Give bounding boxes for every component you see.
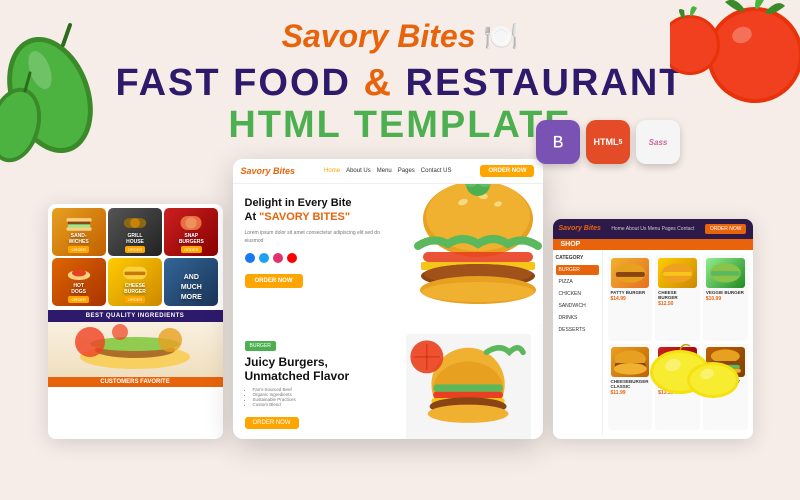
nav-contact[interactable]: Contact US [421,168,452,174]
hero-desc: Lorem ipsum dolor sit amet consectetur a… [245,230,396,245]
twitter-icon[interactable] [259,253,269,263]
second-section-image [406,334,530,439]
center-hero: Delight in Every Bite At "SAVORY BITES" … [233,184,543,324]
tech-badges: HTML 5 Sass [536,120,680,164]
product-3-price: $10.99 [706,296,745,302]
category-hotdogs[interactable]: HOTDOGS ORDER [52,258,106,306]
nav-menu[interactable]: Menu [377,168,392,174]
preview-center: Savory Bites Home About Us Menu Pages Co… [233,159,543,439]
sidebar-category-burger[interactable]: BURGER [556,265,599,275]
heading-line1: FAST FOOD & RESTAURANT [116,63,685,105]
center-nav-links: Home About Us Menu Pages Contact US [324,168,451,174]
category-cheese[interactable]: CHEESEBURGER ORDER [108,258,162,306]
shop-sidebar: CATEGORY BURGER PIZZA CHICKEN SANDWICH D… [553,250,603,435]
product-3[interactable]: VEGGIE BURGER $10.99 [703,255,748,341]
shop-tag: SHOP [553,239,753,250]
product-2-image [658,258,697,288]
product-1-price: $14.99 [611,296,650,302]
product-1-name: PATTY BURGER [611,290,650,295]
center-order-btn[interactable]: ORDER NOW [480,165,534,177]
sidebar-category-drinks[interactable]: DRINKS [556,313,599,323]
nav-home[interactable]: Home [324,168,340,174]
preview-left: SAND-WICHES ORDER GRILLHOUSE ORDER SNAPB… [48,204,223,439]
product-2[interactable]: CHEESE BURGER $12.50 [655,255,700,341]
section-tag: BURGER [245,341,276,351]
hero-text: Delight in Every Bite At "SAVORY BITES" … [233,184,404,324]
product-4-image [611,347,650,377]
youtube-icon[interactable] [287,253,297,263]
ingredients-section: BEST QUALITY INGREDIENTS [48,310,223,322]
section-order-btn[interactable]: ORDER NOW [245,417,299,429]
category-snap[interactable]: SNAPBURGERS ORDER [164,208,218,256]
sass-badge: Sass [636,120,680,164]
hero-order-btn[interactable]: ORDER NOW [245,274,303,288]
logo-icon: 🍽️ [484,20,519,53]
product-4-price: $11.99 [611,390,650,396]
nav-about[interactable]: About Us [346,168,371,174]
sidebar-category-sandwich[interactable]: SANDWICH [556,301,599,311]
sidebar-category-pizza[interactable]: PIZZA [556,277,599,287]
social-icons [245,253,396,263]
second-text: BURGER Juicy Burgers,Unmatched Flavor Fa… [245,334,397,439]
instagram-icon[interactable] [273,253,283,263]
sidebar-category-chicken[interactable]: CHICKEN [556,289,599,299]
product-1-image [611,258,650,288]
product-4-name: CHEESEBURGER CLASSIC [611,379,650,389]
customers-bar: CUSTOMERS FAVORITE [48,377,223,387]
right-cta-btn[interactable]: ORDER NOW [705,224,747,234]
nav-pages[interactable]: Pages [398,168,415,174]
product-3-image [706,258,745,288]
section-title: Juicy Burgers,Unmatched Flavor [245,355,397,384]
facebook-icon[interactable] [245,253,255,263]
product-3-name: VEGGIE BURGER [706,290,745,295]
category-sandwiches[interactable]: SAND-WICHES ORDER [52,208,106,256]
product-2-name: CHEESE BURGER [658,290,697,300]
hero-title: Delight in Every Bite At "SAVORY BITES" [245,196,396,225]
product-1[interactable]: PATTY BURGER $14.99 [608,255,653,341]
right-navbar: Savory Bites Home About Us Menu Pages Co… [553,219,753,239]
sidebar-category-desserts[interactable]: DESSERTS [556,325,599,335]
second-section: BURGER Juicy Burgers,Unmatched Flavor Fa… [233,324,543,439]
lemon-decoration [645,330,745,410]
hero-burger-image [403,184,543,324]
logo-text: Savory Bites [282,18,476,55]
pepper-decoration [0,15,115,175]
tomato-decoration [670,0,800,110]
bootstrap-badge [536,120,580,164]
center-logo: Savory Bites [241,166,296,176]
center-navbar: Savory Bites Home About Us Menu Pages Co… [233,159,543,184]
section-desc-list: Farm-Sourced Beef Organic Ingredients Su… [245,387,397,407]
category-grid: SAND-WICHES ORDER GRILLHOUSE ORDER SNAPB… [48,204,223,310]
logo-area: Savory Bites 🍽️ [282,18,519,55]
category-more[interactable]: ANDMUCHMORE [164,258,218,306]
right-logo: Savory Bites [559,225,601,232]
html-badge: HTML 5 [586,120,630,164]
category-grill[interactable]: GRILLHOUSE ORDER [108,208,162,256]
ingredients-image [48,322,223,377]
product-2-price: $12.50 [658,301,697,307]
